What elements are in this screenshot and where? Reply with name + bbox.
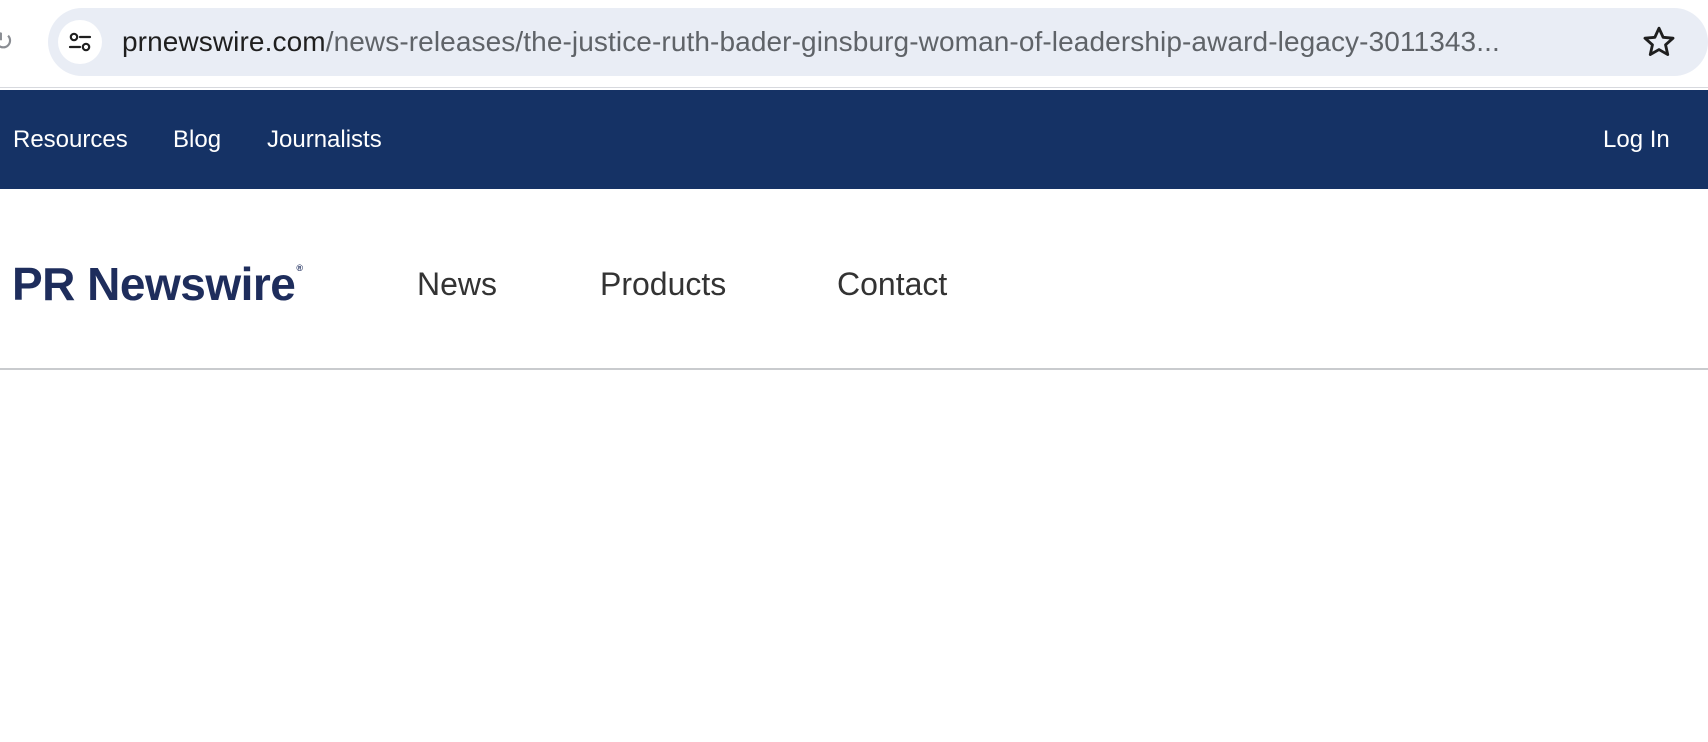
browser-toolbar: ↻ prnewswire.com/news-releases/the-justi… [0,0,1708,88]
login-link[interactable]: Log In [1603,90,1670,189]
logo-registered-mark: ® [296,263,303,273]
nav-link-journalists[interactable]: Journalists [267,90,382,189]
pr-newswire-logo[interactable]: PR Newswire® [12,259,303,309]
site-info-button[interactable] [58,20,102,64]
nav-link-products[interactable]: Products [600,259,726,309]
reload-icon[interactable]: ↻ [0,24,12,60]
url-path: /news-releases/the-justice-ruth-bader-gi… [325,26,1500,57]
main-nav: PR Newswire® News Products Contact [0,189,1708,370]
address-bar[interactable]: prnewswire.com/news-releases/the-justice… [48,8,1708,76]
star-outline-icon[interactable] [1641,24,1677,60]
nav-link-contact[interactable]: Contact [837,259,947,309]
page-content [0,370,1708,742]
tune-icon [68,32,92,52]
logo-text: PR Newswire [12,258,296,310]
nav-link-news[interactable]: News [417,259,497,309]
nav-link-blog[interactable]: Blog [173,90,221,189]
utility-nav: Resources Blog Journalists Log In [0,90,1708,189]
nav-link-resources[interactable]: Resources [13,90,128,189]
url-host: prnewswire.com [122,26,326,57]
url-text[interactable]: prnewswire.com/news-releases/the-justice… [122,8,1500,76]
